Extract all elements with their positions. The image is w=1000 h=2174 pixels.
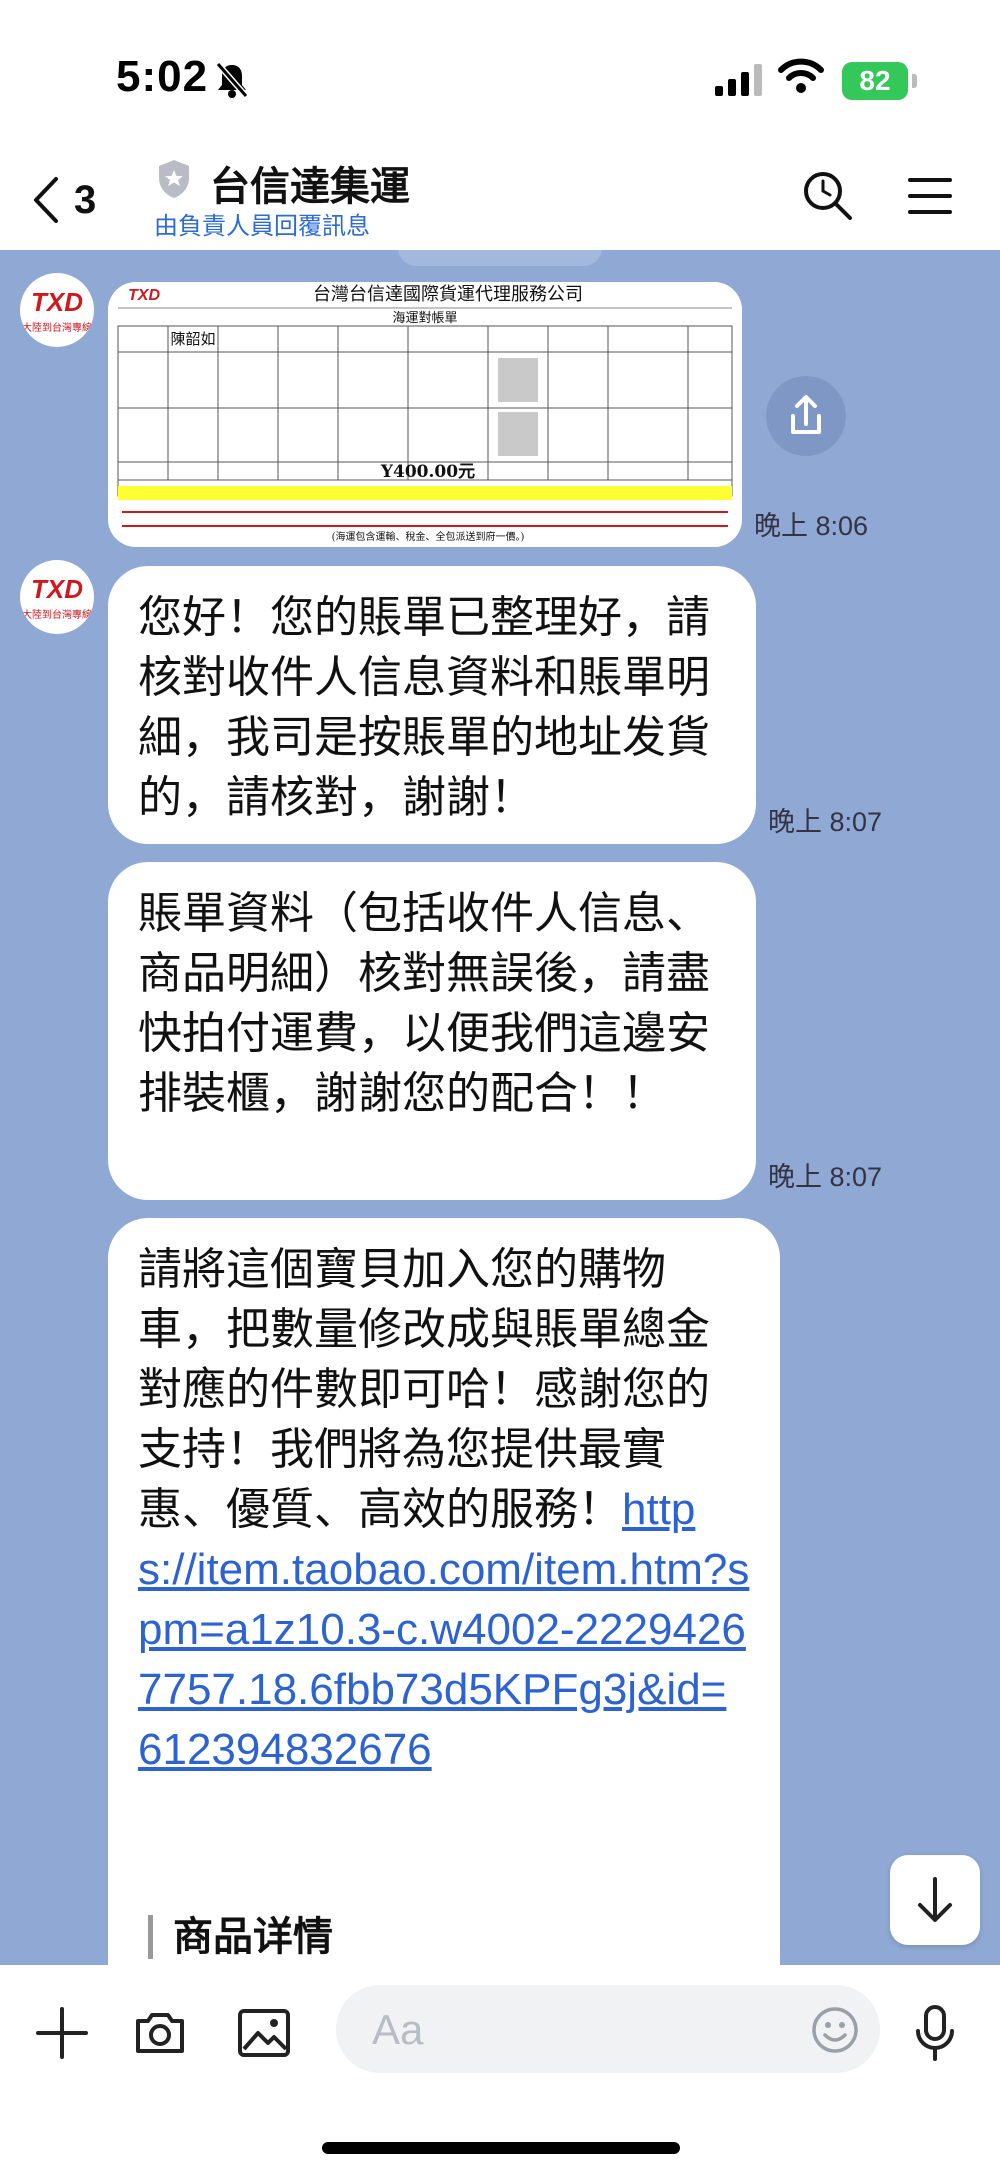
camera-icon[interactable] [132,2005,188,2061]
bill-total-note: (海運包含運輸、稅金、全包派送到府一價。) [332,530,525,543]
chat-title: 台信達集運 [210,165,410,209]
bill-company: 台灣台信達國際貨運代理服務公司 [313,284,583,305]
battery-indicator: 82 [842,62,908,100]
message-input[interactable] [370,2001,774,2059]
avatar[interactable]: TXD 大陸到台灣專線 [20,560,94,634]
image-icon[interactable] [236,2005,292,2061]
message-bubble[interactable]: 您好！您的賬單已整理好，請核對收件人信息資料和賬單明細，我司是按賬單的地址发貨的… [108,566,756,844]
message-time: 晚上 8:07 [768,807,883,837]
arrow-down-icon [918,1877,952,1922]
emoji-icon[interactable] [810,2005,860,2055]
back-button[interactable]: 3 [30,170,96,230]
message-bubble[interactable]: 賬單資料（包括收件人信息、商品明細）核對無誤後，請盡快拍付運費，以便我們這邊安排… [108,862,756,1200]
message-bubble[interactable]: 請將這個寶貝加入您的購物車，把數量修改成與賬單總金對應的件數即可哈！感謝您的支持… [108,1218,780,1965]
scroll-to-bottom-button[interactable] [890,1855,980,1945]
bill-image-message[interactable]: TXD 台灣台信達國際貨運代理服務公司 海運對帳單 陳韶如 Y400.00元 (… [108,282,742,547]
cellular-signal-icon [715,64,762,96]
avatar-logo: TXD [31,574,83,604]
wifi-icon [778,58,824,93]
message-field[interactable] [336,1985,880,2073]
avatar-logo: TXD [31,287,83,317]
avatar-caption: 大陸到台灣專線 [22,610,92,621]
scroll-top-tab [398,250,602,266]
bill-logo: TXD [128,287,160,304]
chat-header: 3 台信達集運 由負責人員回覆訊息 [0,150,1000,250]
message-text: 賬單資料（包括收件人信息、商品明細）核對無誤後，請盡快拍付運費，以便我們這邊安排… [138,889,710,1118]
product-heading: 商品详情 [148,1915,333,1959]
silent-bell-icon [215,62,249,98]
chat-subtitle: 由負責人員回覆訊息 [154,213,370,240]
search-icon[interactable] [800,168,854,222]
home-indicator [322,2142,680,2154]
plus-icon[interactable] [34,2005,90,2061]
verified-shield-icon [159,160,189,198]
clock: 5:02 [116,52,209,101]
chevron-left-icon [34,177,58,223]
message-time: 晚上 8:06 [754,511,869,541]
bill-customer-name: 陳韶如 [170,330,215,348]
chat-area[interactable]: TXD 大陸到台灣專線 TXD 台灣台信達國際貨運代理服務公司 海運對帳單 陳韶… [0,250,1000,1965]
status-bar: 5:02 82 [0,0,1000,150]
avatar-caption: 大陸到台灣專線 [22,323,92,334]
microphone-icon[interactable] [912,2003,958,2063]
share-button[interactable] [766,376,846,456]
share-icon [791,395,821,434]
avatar[interactable]: TXD 大陸到台灣專線 [20,273,94,347]
bill-total: Y400.00元 [380,462,475,482]
message-time: 晚上 8:07 [768,1162,883,1192]
bill-image: TXD 台灣台信達國際貨運代理服務公司 海運對帳單 陳韶如 Y400.00元 (… [108,282,742,547]
bill-sheet-title: 海運對帳單 [392,311,457,326]
unread-count: 3 [74,177,97,222]
battery-tip [912,74,917,88]
menu-icon[interactable] [908,176,952,216]
message-text: 您好！您的賬單已整理好，請核對收件人信息資料和賬單明細，我司是按賬單的地址发貨的… [138,593,710,822]
